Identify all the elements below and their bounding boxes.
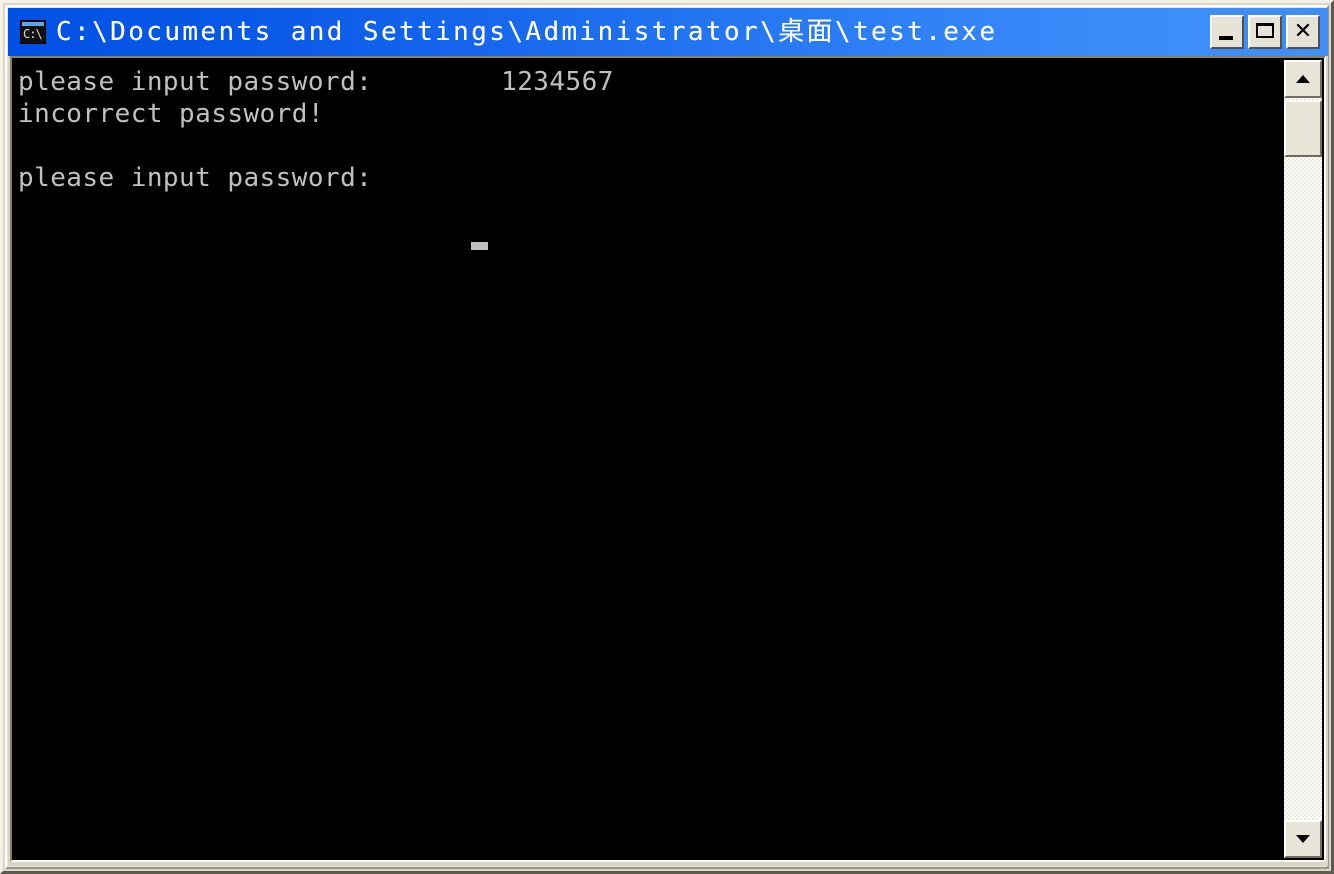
window-title: C:\Documents and Settings\Administrator\… xyxy=(56,17,998,47)
icon-label: C:\ xyxy=(23,27,43,41)
arrow-down-icon xyxy=(1296,835,1310,843)
maximize-button[interactable] xyxy=(1248,15,1282,49)
console-sunken-frame: please input password: 1234567 incorrect… xyxy=(10,56,1326,862)
minimize-icon xyxy=(1219,36,1233,40)
minimize-button[interactable] xyxy=(1210,15,1244,49)
console-cursor xyxy=(471,242,488,250)
console-app-icon[interactable]: C:\ xyxy=(20,20,46,44)
icon-title-strip xyxy=(22,22,44,26)
scrollbar-track[interactable] xyxy=(1284,98,1322,820)
window-inner-frame: C:\ C:\Documents and Settings\Administra… xyxy=(5,5,1329,869)
window-controls: ✕ xyxy=(1206,15,1320,49)
arrow-up-icon xyxy=(1296,75,1310,83)
scrollbar-thumb[interactable] xyxy=(1284,100,1322,157)
scroll-up-button[interactable] xyxy=(1284,60,1322,98)
close-icon: ✕ xyxy=(1293,19,1313,44)
maximize-icon xyxy=(1256,23,1274,38)
console-screen[interactable]: please input password: 1234567 incorrect… xyxy=(14,60,1291,858)
scroll-down-button[interactable] xyxy=(1284,820,1322,858)
console-window: C:\ C:\Documents and Settings\Administra… xyxy=(0,0,1334,874)
console-output-text: please input password: 1234567 incorrect… xyxy=(18,67,614,193)
client-area: please input password: 1234567 incorrect… xyxy=(8,56,1328,866)
title-bar[interactable]: C:\ C:\Documents and Settings\Administra… xyxy=(8,8,1328,56)
close-button[interactable]: ✕ xyxy=(1286,15,1320,49)
vertical-scrollbar[interactable] xyxy=(1284,60,1322,858)
